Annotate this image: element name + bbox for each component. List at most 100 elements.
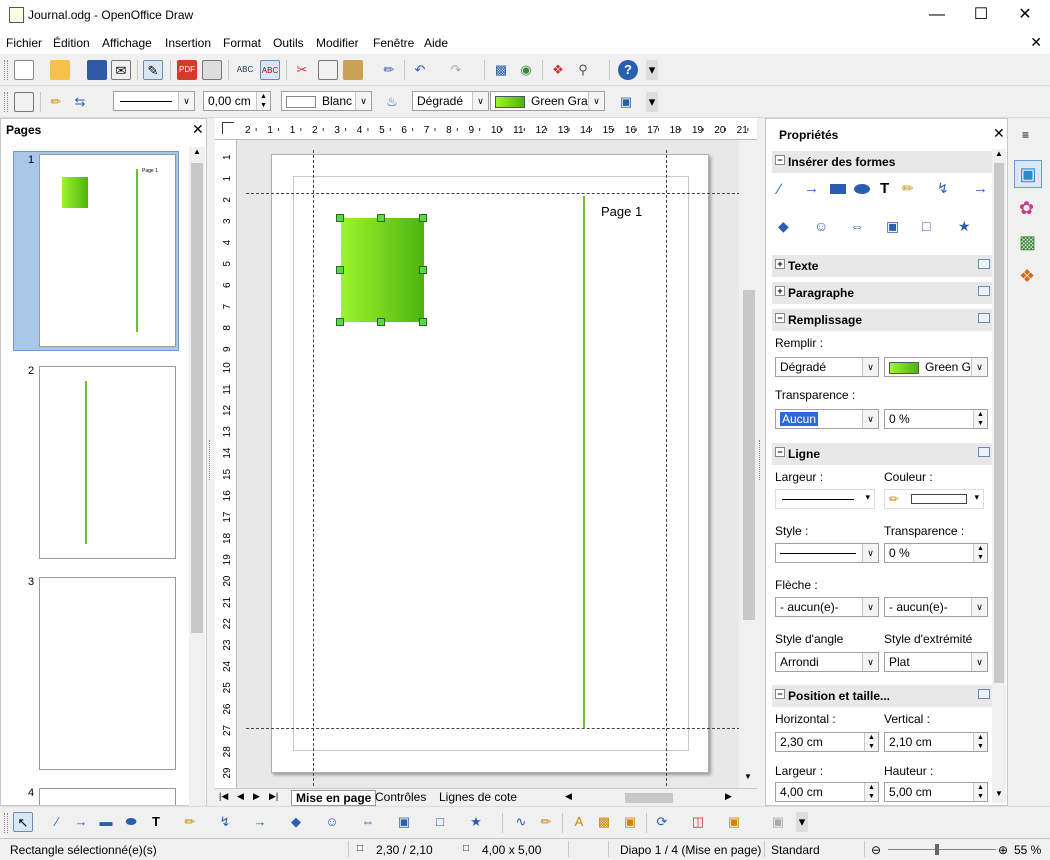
green-vertical-line[interactable]: [583, 196, 585, 728]
scroll-up-icon[interactable]: ▲: [992, 149, 1006, 161]
transparency-type-select[interactable]: Aucun ∨: [775, 409, 879, 429]
selection-handle[interactable]: [336, 318, 344, 326]
fontwork-icon[interactable]: A: [569, 812, 589, 832]
section-position-size[interactable]: − Position et taille...: [772, 685, 992, 707]
scroll-thumb[interactable]: [743, 290, 755, 620]
selection-handle[interactable]: [336, 266, 344, 274]
arrange-icon[interactable]: ▣: [724, 812, 744, 832]
selection-handle[interactable]: [377, 214, 385, 222]
toolbar-options-icon[interactable]: ▾: [646, 60, 658, 80]
print-icon[interactable]: [202, 60, 222, 80]
menu-affichage[interactable]: Affichage: [102, 36, 152, 50]
fill-type-select[interactable]: Dégradé ∨: [775, 357, 879, 377]
line-width-select[interactable]: ▾: [775, 489, 875, 509]
edit-file-icon[interactable]: ✎: [143, 60, 163, 80]
redo-icon[interactable]: ↷: [446, 60, 466, 80]
line-transparency-field[interactable]: 0 % ▲ ▼: [884, 543, 988, 563]
section-fill[interactable]: − Remplissage: [772, 309, 992, 331]
pages-scrollbar[interactable]: ▲: [189, 147, 205, 807]
rotate-icon[interactable]: ⟳: [652, 812, 672, 832]
callouts-icon[interactable]: □: [922, 218, 930, 234]
last-page-icon[interactable]: ▶|: [269, 791, 278, 802]
menu-aide[interactable]: Aide: [424, 36, 448, 50]
menu-modifier[interactable]: Modifier: [316, 36, 359, 50]
zoom-out-icon[interactable]: ⊖: [871, 843, 881, 857]
flowchart-icon[interactable]: ▣: [886, 218, 899, 235]
next-page-icon[interactable]: ▶: [253, 791, 260, 802]
page-thumbnail-4[interactable]: [39, 788, 176, 805]
navigator-icon[interactable]: ❖: [548, 60, 568, 80]
properties-deck-icon[interactable]: ▣: [1014, 160, 1042, 188]
scroll-down-icon[interactable]: ▼: [992, 789, 1006, 801]
arrow-end-select[interactable]: - aucun(e)- ∨: [884, 597, 988, 617]
toolbar-grip[interactable]: [4, 60, 8, 80]
auto-spellcheck-icon[interactable]: ABC: [260, 60, 280, 80]
navigator-deck-icon[interactable]: ❖: [1019, 266, 1035, 287]
zoom-slider[interactable]: [888, 849, 996, 850]
zoom-in-icon[interactable]: ⊕: [998, 843, 1008, 857]
sidebar-splitter[interactable]: [759, 440, 763, 480]
scroll-thumb[interactable]: [191, 163, 203, 633]
glue-points-icon[interactable]: ✏: [536, 812, 556, 832]
green-gradient-rectangle[interactable]: [341, 218, 424, 322]
menu-fichier[interactable]: Fichier: [6, 36, 42, 50]
line-color-select[interactable]: ✏ ▾: [884, 489, 984, 509]
page-canvas[interactable]: Page 1: [271, 154, 709, 773]
ellipse-tool-icon[interactable]: ⬬: [121, 812, 141, 832]
section-line[interactable]: − Ligne: [772, 443, 992, 465]
ellipse-tool-icon[interactable]: [854, 184, 870, 194]
toolbar-options-icon[interactable]: ▾: [796, 812, 808, 832]
area-icon[interactable]: ♨: [382, 92, 402, 112]
section-text[interactable]: + Texte: [772, 255, 992, 277]
spellcheck-icon[interactable]: ABC: [235, 60, 255, 80]
line-arrow-icon[interactable]: →: [250, 812, 270, 832]
selection-handle[interactable]: [419, 214, 427, 222]
fill-value-select[interactable]: Green Grac ∨: [490, 91, 605, 111]
help-icon[interactable]: ?: [618, 60, 638, 80]
arrow-tool-icon[interactable]: →: [804, 180, 819, 197]
clone-formatting-icon[interactable]: ✏: [379, 60, 399, 80]
zoom-slider-thumb[interactable]: [935, 844, 939, 855]
block-arrows-icon[interactable]: ⇔: [850, 218, 864, 234]
menu-fenetre[interactable]: Fenêtre: [373, 36, 414, 50]
tab-lignes-de-cote[interactable]: Lignes de cote: [439, 790, 517, 804]
freeform-tool-icon[interactable]: ✏: [902, 180, 914, 197]
copy-icon[interactable]: [318, 60, 338, 80]
page-text-label[interactable]: Page 1: [601, 204, 642, 219]
stars-icon[interactable]: ★: [466, 812, 486, 832]
ruler-corner-icon[interactable]: [222, 122, 234, 134]
paste-icon[interactable]: [343, 60, 363, 80]
pane-splitter[interactable]: [209, 440, 213, 480]
cap-style-select[interactable]: Plat ∨: [884, 652, 988, 672]
selection-handle[interactable]: [419, 266, 427, 274]
basic-shapes-icon[interactable]: ◆: [286, 812, 306, 832]
select-tool-icon[interactable]: ↖: [13, 812, 33, 832]
email-icon[interactable]: ✉: [111, 60, 131, 80]
menu-insertion[interactable]: Insertion: [165, 36, 211, 50]
tab-mise-en-page[interactable]: Mise en page: [291, 790, 377, 806]
flowchart-icon[interactable]: ▣: [394, 812, 414, 832]
vertical-field[interactable]: 2,10 cm ▲ ▼: [884, 732, 988, 752]
sidebar-scrollbar[interactable]: ▲ ▼: [992, 149, 1006, 803]
fill-style-select[interactable]: Dégradé ∨: [412, 91, 489, 111]
horizontal-field[interactable]: 2,30 cm ▲ ▼: [775, 732, 879, 752]
scroll-left-icon[interactable]: ◀: [565, 791, 572, 802]
minimize-button[interactable]: —: [914, 0, 960, 30]
undo-icon[interactable]: ↶: [410, 60, 430, 80]
close-button[interactable]: ✕: [1002, 0, 1048, 30]
arrow-tool-icon[interactable]: →: [71, 812, 91, 832]
points-icon[interactable]: ∿: [511, 812, 531, 832]
text-tool-icon[interactable]: T: [880, 180, 889, 197]
rectangle-tool-icon[interactable]: [830, 184, 846, 194]
menu-format[interactable]: Format: [223, 36, 261, 50]
open-folder-icon[interactable]: [50, 60, 70, 80]
styles-deck-icon[interactable]: ✿: [1019, 198, 1034, 219]
menu-edition[interactable]: Édition: [53, 36, 90, 50]
scroll-down-icon[interactable]: ▼: [739, 772, 757, 786]
toolbar-grip[interactable]: [4, 92, 8, 112]
toggle-extrusion-icon[interactable]: ▣: [768, 812, 788, 832]
more-arrows-icon[interactable]: →: [973, 180, 988, 197]
section-insert-shapes[interactable]: − Insérer des formes: [772, 151, 992, 173]
arrow-style-icon[interactable]: ⇆: [70, 92, 90, 112]
corner-style-select[interactable]: Arrondi ∨: [775, 652, 879, 672]
